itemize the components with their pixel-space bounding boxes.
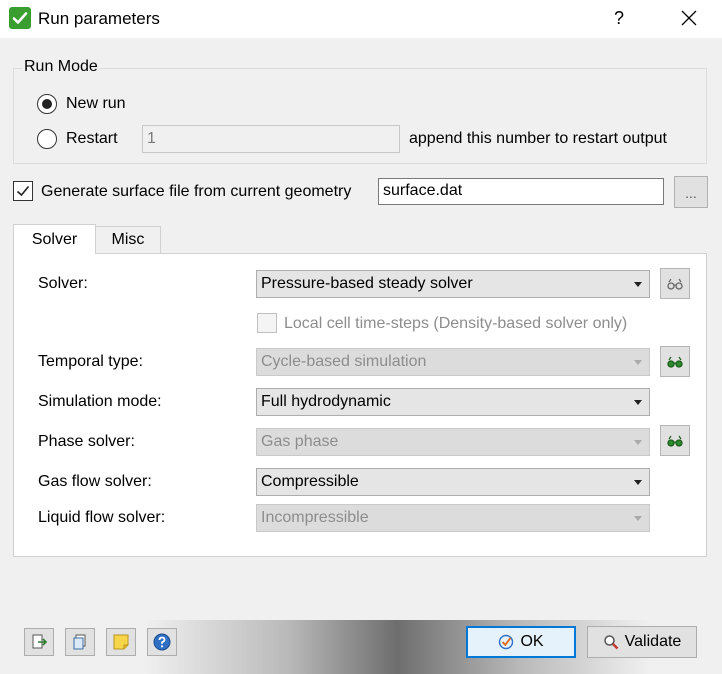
temporal-settings-button[interactable]	[660, 346, 690, 377]
validate-button-label: Validate	[624, 633, 682, 650]
glasses-icon	[667, 356, 683, 368]
restart-hint: append this number to restart output	[409, 130, 667, 147]
temporal-type-dropdown[interactable]: Cycle-based simulation	[256, 348, 650, 376]
restart-number-input[interactable]: 1	[142, 125, 400, 153]
checkmark-app-icon	[9, 7, 31, 29]
surface-filename-input[interactable]: surface.dat	[378, 178, 664, 205]
phase-solver-dropdown[interactable]: Gas phase	[256, 428, 650, 456]
validate-button[interactable]: Validate	[587, 626, 697, 658]
close-icon	[681, 10, 697, 26]
phase-solver-value: Gas phase	[261, 433, 339, 450]
restart-radio[interactable]	[37, 129, 57, 149]
gas-flow-solver-label: Gas flow solver:	[38, 473, 152, 490]
close-button[interactable]	[672, 4, 706, 32]
gas-flow-solver-value: Compressible	[261, 473, 359, 490]
glasses-icon	[667, 278, 683, 290]
local-timesteps-label: Local cell time-steps (Density-based sol…	[284, 315, 628, 332]
export-document-icon	[32, 634, 47, 649]
simulation-mode-dropdown[interactable]: Full hydrodynamic	[256, 388, 650, 416]
magnifier-icon	[603, 635, 619, 650]
ok-button-label: OK	[520, 633, 544, 650]
liquid-flow-solver-value: Incompressible	[261, 509, 369, 526]
dropdown-arrow-icon	[634, 480, 642, 485]
local-timesteps-checkbox[interactable]	[257, 313, 277, 333]
liquid-flow-solver-dropdown[interactable]: Incompressible	[256, 504, 650, 532]
temporal-type-label: Temporal type:	[38, 353, 143, 370]
glasses-icon	[667, 435, 683, 447]
dropdown-arrow-icon	[634, 400, 642, 405]
window-title: Run parameters	[38, 9, 160, 28]
simulation-mode-value: Full hydrodynamic	[261, 393, 391, 410]
run-mode-title: Run Mode	[22, 58, 100, 76]
radio-selected-dot	[42, 99, 52, 109]
solver-settings-button[interactable]	[660, 268, 690, 299]
check-badge-icon	[499, 634, 514, 650]
generate-surface-label[interactable]: Generate surface file from current geome…	[41, 183, 351, 201]
ok-button[interactable]: OK	[466, 626, 576, 658]
checkmark-icon	[16, 185, 30, 197]
new-run-radio[interactable]	[37, 94, 57, 114]
generate-surface-checkbox[interactable]	[13, 181, 33, 201]
export-button[interactable]	[24, 628, 54, 656]
restart-label[interactable]: Restart	[66, 130, 118, 148]
sticky-note-icon	[113, 634, 129, 650]
help-question-button[interactable]	[147, 628, 177, 656]
simulation-mode-label: Simulation mode:	[38, 393, 162, 410]
copy-document-icon	[73, 634, 86, 650]
notes-button[interactable]	[106, 628, 136, 656]
tab-misc[interactable]: Misc	[95, 226, 161, 254]
copy-button[interactable]	[65, 628, 95, 656]
phase-settings-button[interactable]	[660, 425, 690, 456]
dropdown-arrow-icon	[634, 282, 642, 287]
help-button[interactable]: ?	[604, 4, 634, 32]
liquid-flow-solver-label: Liquid flow solver:	[38, 509, 166, 526]
tab-solver[interactable]: Solver	[13, 224, 96, 254]
solver-dropdown-value: Pressure-based steady solver	[261, 275, 473, 292]
phase-solver-label: Phase solver:	[38, 433, 135, 450]
new-run-label[interactable]: New run	[66, 95, 126, 113]
dropdown-arrow-icon	[634, 440, 642, 445]
help-circle-icon	[153, 633, 171, 651]
dropdown-arrow-icon	[634, 516, 642, 521]
dropdown-arrow-icon	[634, 360, 642, 365]
solver-label: Solver:	[38, 275, 88, 292]
browse-button[interactable]: ...	[674, 176, 708, 208]
gas-flow-solver-dropdown[interactable]: Compressible	[256, 468, 650, 496]
solver-dropdown[interactable]: Pressure-based steady solver	[256, 270, 650, 298]
temporal-type-value: Cycle-based simulation	[261, 353, 427, 370]
